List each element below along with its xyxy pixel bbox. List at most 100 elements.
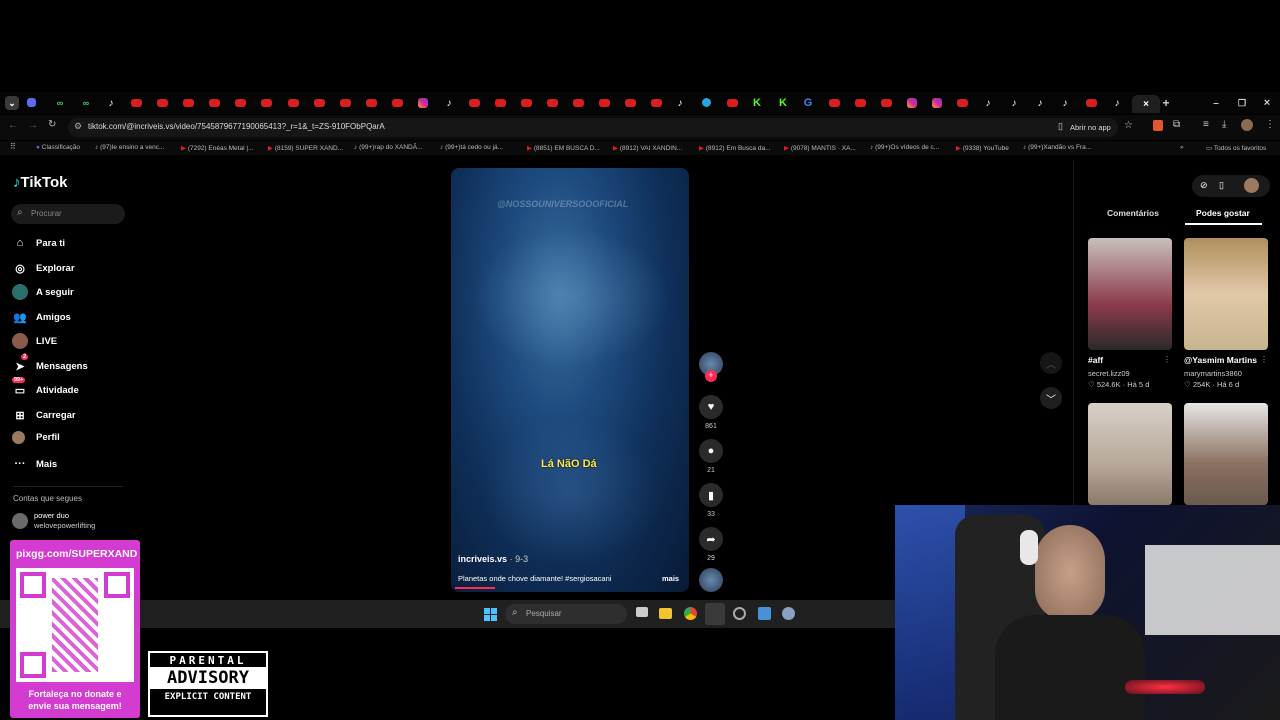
tab-youtube-icon[interactable] (881, 99, 892, 107)
tab-search-dropdown-icon[interactable]: ⌄ (5, 96, 19, 110)
close-window-icon[interactable]: × (1260, 96, 1274, 110)
bookmark-item[interactable]: ▶ (9078) MANTIS · XA... (784, 144, 856, 152)
bookmark-item[interactable]: ♪ (99+)Xandão vs Fra... (1023, 144, 1091, 151)
tab-tiktok-icon[interactable]: ♪ (673, 96, 687, 110)
all-favorites-folder[interactable]: ▭ Todos os favoritos (1206, 144, 1266, 152)
profile-avatar[interactable] (1241, 119, 1253, 131)
tab-you-may-like[interactable]: Podes gostar (1196, 208, 1250, 218)
tab-youtube-icon[interactable] (235, 99, 246, 107)
more-bookmarks-icon[interactable]: » (1180, 144, 1184, 151)
suggested-video-title[interactable]: #aff (1088, 355, 1103, 365)
video-more-link[interactable]: mais (662, 574, 679, 583)
bookmark-item[interactable]: ▶ (7292) Enéas Metal |... (181, 144, 253, 152)
bookmark-item[interactable]: ● Classificação (36, 144, 80, 151)
url-text[interactable]: tiktok.com/@incriveis.vs/video/754587967… (88, 122, 385, 131)
minimize-window-icon[interactable]: – (1209, 96, 1223, 110)
like-button[interactable]: ♥ 861 (699, 395, 723, 430)
bookmark-item[interactable]: ▶ (8912) VAI XANDIN... (613, 144, 682, 152)
tab-youtube-icon[interactable] (131, 99, 142, 107)
suggested-video-thumbnail[interactable] (1088, 238, 1172, 350)
bookmark-item[interactable]: ♪ (97)Ie ensino a venc... (95, 144, 164, 151)
tab-tiktok-icon[interactable]: ♪ (104, 96, 118, 110)
music-disc-icon[interactable] (699, 568, 723, 592)
next-video-icon[interactable]: ﹀ (1040, 387, 1062, 409)
video-player[interactable]: @NOSSOUNIVERSOOOFICIAL Lá NãO Dá incrive… (451, 168, 689, 592)
tab-instagram-icon[interactable] (907, 98, 917, 108)
extensions-icon[interactable]: ⧉ (1173, 119, 1180, 130)
nav-following[interactable]: A seguir (12, 284, 74, 300)
tab-youtube-icon[interactable] (157, 99, 168, 107)
bookmark-item[interactable]: ▶ (9338) YouTube (956, 144, 1009, 152)
tab-youtube-icon[interactable] (957, 99, 968, 107)
media-controls-icon[interactable]: ≡ (1203, 119, 1209, 130)
tab-link-icon[interactable]: ∞ (53, 96, 67, 110)
tab-youtube-icon[interactable] (829, 99, 840, 107)
tab-youtube-icon[interactable] (469, 99, 480, 107)
tab-youtube-icon[interactable] (651, 99, 662, 107)
tab-tiktok-icon[interactable]: ♪ (1033, 96, 1047, 110)
comment-button[interactable]: ● 21 (699, 439, 723, 474)
forward-icon[interactable]: → (28, 120, 38, 131)
suggested-video-user[interactable]: marymartins3860 (1184, 369, 1242, 378)
share-button[interactable]: ➦ 29 (699, 527, 723, 562)
creator-avatar-button[interactable]: + (699, 352, 723, 382)
tab-tiktok-icon[interactable]: ♪ (1007, 96, 1021, 110)
app-icon[interactable] (733, 607, 746, 620)
open-app-button[interactable]: Abrir no app (1070, 123, 1111, 132)
nav-upload[interactable]: ⊞ Carregar (12, 407, 75, 423)
save-button[interactable]: ▮ 33 (699, 483, 723, 518)
tab-discord-icon[interactable] (27, 98, 36, 107)
tab-tiktok-icon[interactable]: ♪ (1058, 96, 1072, 110)
follow-plus-icon[interactable]: + (705, 370, 717, 382)
extension-brave-icon[interactable] (1153, 120, 1163, 131)
tab-google-icon[interactable]: G (801, 96, 815, 110)
tab-tiktok-icon[interactable]: ♪ (442, 96, 456, 110)
suggested-video-user[interactable]: secret.lizz09 (1088, 369, 1130, 378)
tab-youtube-icon[interactable] (183, 99, 194, 107)
tab-kick-icon[interactable]: K (750, 96, 764, 110)
video-author-row[interactable]: incriveis.vs · 9-3 (458, 554, 528, 564)
search-input[interactable]: ⌕ Procurar (11, 204, 125, 224)
tab-youtube-icon[interactable] (288, 99, 299, 107)
settings-gear-icon[interactable] (782, 607, 795, 620)
tab-youtube-icon[interactable] (625, 99, 636, 107)
tab-youtube-icon[interactable] (209, 99, 220, 107)
bookmark-item[interactable]: ▶ (8159) SUPER XAND... (268, 144, 343, 152)
windows-start-icon[interactable] (484, 608, 497, 621)
app-icon[interactable] (758, 607, 771, 620)
active-tab-close-icon[interactable]: × (1132, 95, 1160, 113)
tab-youtube-icon[interactable] (1086, 99, 1097, 107)
downloads-icon[interactable]: ⤓ (1222, 119, 1226, 130)
nav-activity[interactable]: ▭ 99+ Atividade (12, 377, 79, 398)
tab-youtube-icon[interactable] (366, 99, 377, 107)
bookmark-item[interactable]: ▶ (8912) Em Busca da... (699, 144, 770, 152)
tab-youtube-icon[interactable] (521, 99, 532, 107)
tab-youtube-icon[interactable] (599, 99, 610, 107)
nav-for-you[interactable]: ⌂ Para ti (12, 235, 65, 251)
tab-kick-icon[interactable]: K (776, 96, 790, 110)
tab-youtube-icon[interactable] (573, 99, 584, 107)
tab-tiktok-icon[interactable]: ♪ (981, 96, 995, 110)
suggested-video-thumbnail[interactable] (1184, 238, 1268, 350)
tab-comments[interactable]: Comentários (1107, 208, 1159, 218)
compass-small-icon[interactable]: ⊘ (1200, 180, 1208, 191)
new-tab-icon[interactable]: + (1159, 96, 1173, 110)
previous-video-icon[interactable]: ︿ (1040, 352, 1062, 374)
tab-youtube-icon[interactable] (314, 99, 325, 107)
bookmark-item[interactable]: ♪ (99+)Os vídeos de c... (870, 144, 939, 151)
nav-friends[interactable]: 👥 Amigos (12, 309, 71, 325)
back-icon[interactable]: ← (8, 120, 18, 131)
taskbar-search-input[interactable]: ⌕ Pesquisar (505, 604, 627, 624)
tab-youtube-icon[interactable] (727, 99, 738, 107)
site-info-icon[interactable]: ⚙ (74, 121, 82, 132)
bookmark-item[interactable]: ♪ (99+)rap do XANDÃ... (354, 144, 422, 151)
video-progress-fill[interactable] (455, 587, 495, 589)
more-options-icon[interactable]: ⋮ (1163, 355, 1171, 364)
suggested-video-thumbnail[interactable] (1088, 403, 1172, 505)
more-options-icon[interactable]: ⋮ (1260, 355, 1268, 364)
nav-live[interactable]: LIVE (12, 333, 57, 349)
tab-tiktok-icon[interactable]: ♪ (1110, 96, 1124, 110)
reload-icon[interactable]: ↻ (48, 119, 56, 130)
chrome-icon[interactable] (684, 607, 697, 620)
browser-menu-icon[interactable]: ⋮ (1265, 119, 1275, 130)
